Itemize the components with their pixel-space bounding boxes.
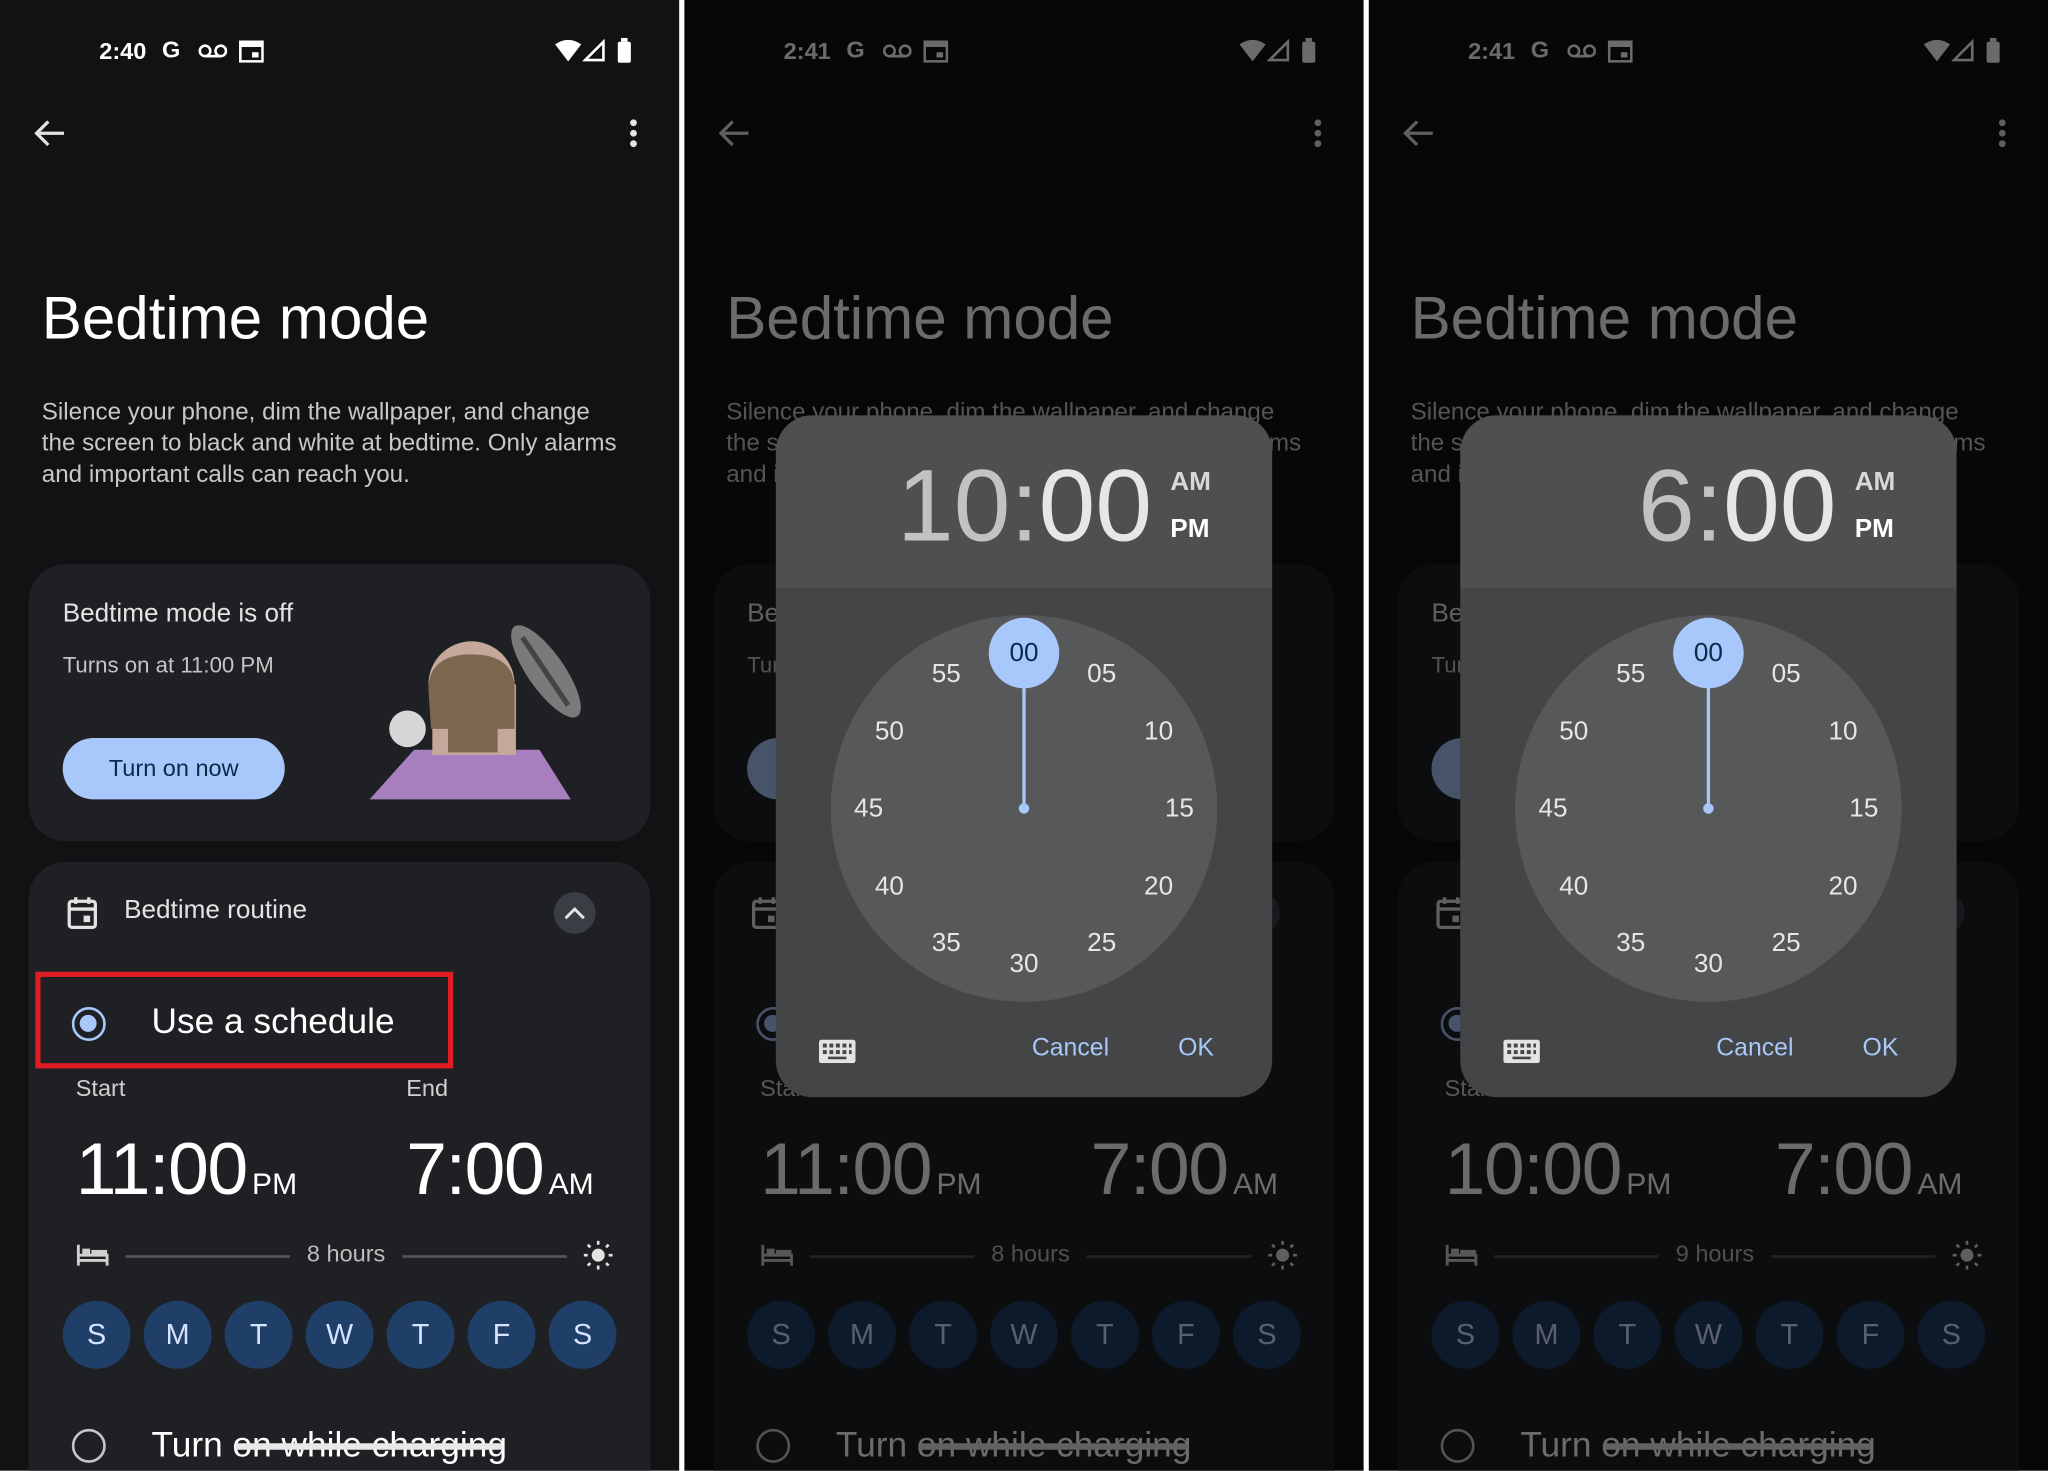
dial-minute-35[interactable]: 35 [1605,927,1657,958]
chevron-up-icon [564,907,585,920]
keyboard-icon[interactable] [1503,1039,1540,1064]
calendar-icon [67,897,97,929]
ok-button[interactable]: OK [1178,1034,1214,1063]
day-toggle[interactable]: T [224,1300,293,1369]
google-icon: G [161,36,181,63]
status-card-subtitle: Turns on at 11:00 PM [62,653,274,678]
pm-toggle[interactable]: PM [1855,515,1894,545]
cancel-button[interactable]: Cancel [1032,1034,1109,1063]
clock-dial[interactable]: 00 05 10 15 20 25 30 35 40 45 50 55 [830,615,1218,1002]
end-time: 7:00 [406,1127,544,1210]
collapse-button[interactable] [553,892,596,934]
dial-minute-45[interactable]: 45 [1527,793,1579,824]
status-card-title: Bedtime mode is off [62,599,294,629]
page-title: Bedtime mode [41,283,430,352]
cancel-button[interactable]: Cancel [1716,1034,1793,1063]
dial-minute-50[interactable]: 50 [1548,715,1600,746]
end-time-button[interactable]: 7:00AM [406,1126,593,1211]
back-arrow-icon[interactable] [33,118,67,149]
bedtime-routine-title: Bedtime routine [124,895,308,925]
gesture-nav-bar[interactable] [235,1443,503,1450]
time-separator: : [1694,447,1724,563]
use-schedule-label[interactable]: Use a schedule [152,1002,395,1042]
dial-minute-15[interactable]: 15 [1153,793,1205,824]
start-label: Start [75,1074,126,1102]
clock-center-dot [1703,803,1714,814]
dial-minute-40[interactable]: 40 [1548,871,1600,902]
dial-minute-05[interactable]: 05 [1760,658,1812,689]
voicemail-icon [198,44,228,58]
day-toggle[interactable]: S [62,1300,131,1369]
dial-minute-35[interactable]: 35 [920,927,972,958]
day-toggle[interactable]: S [548,1300,617,1369]
duration-line-right [402,1255,567,1258]
dial-minute-05[interactable]: 05 [1076,658,1128,689]
wifi-icon [555,39,582,62]
more-options-icon[interactable] [626,118,642,152]
am-toggle[interactable]: AM [1170,468,1211,498]
time-picker-dialog: 6:00 AM PM 00 05 10 15 20 25 30 35 40 45 50 55 Canc… [1460,415,1957,1098]
dial-minute-15[interactable]: 15 [1838,793,1890,824]
day-toggle[interactable]: W [305,1300,374,1369]
turn-on-now-button[interactable]: Turn on now [62,737,285,800]
dial-minute-50[interactable]: 50 [863,715,915,746]
sleep-duration: 8 hours [306,1240,386,1267]
dial-minute-25[interactable]: 25 [1760,927,1812,958]
ok-button[interactable]: OK [1863,1034,1899,1063]
charging-radio[interactable] [71,1428,106,1463]
pm-toggle[interactable]: PM [1170,515,1209,545]
day-toggle[interactable]: T [386,1300,455,1369]
calendar-status-icon [239,40,264,63]
dial-minute-30[interactable]: 30 [998,948,1050,979]
minute-field[interactable]: 00 [1039,448,1152,563]
start-time: 11:00 [75,1127,248,1210]
dial-minute-40[interactable]: 40 [863,871,915,902]
screenshot-stage: 2:40 G Bedtime mode Silence your phone, … [0,0,2048,1471]
dial-minute-00[interactable]: 00 [998,637,1050,668]
day-toggle[interactable]: F [467,1300,536,1369]
dial-minute-20[interactable]: 20 [1132,871,1184,902]
phone-screen: 2:40 G Bedtime mode Silence your phone, … [0,0,680,1471]
clock-dial[interactable]: 00 05 10 15 20 25 30 35 40 45 50 55 [1515,615,1902,1002]
signal-icon [582,39,605,62]
time-display: 6:00 [1638,447,1836,566]
sleeping-person-illustration [369,625,581,800]
battery-icon [617,37,631,63]
dial-minute-30[interactable]: 30 [1682,948,1734,979]
time-display: 10:00 [897,447,1152,566]
start-period: PM [252,1166,298,1201]
end-label: End [406,1074,449,1102]
day-toggle[interactable]: M [143,1300,212,1369]
keyboard-icon[interactable] [818,1039,856,1064]
end-period: AM [548,1166,594,1201]
dial-minute-25[interactable]: 25 [1076,927,1128,958]
phone-screen: 2:41 G Bedtime mode Silence your phone, … [1368,0,2048,1471]
dial-minute-55[interactable]: 55 [920,658,972,689]
dial-minute-10[interactable]: 10 [1132,715,1184,746]
time-picker-dialog: 10:00 AM PM 00 05 10 15 20 25 30 35 40 45 50 55 Can… [775,415,1273,1098]
status-time: 2:40 [99,37,147,64]
duration-line-left [125,1255,290,1258]
dial-minute-55[interactable]: 55 [1605,658,1657,689]
dial-minute-20[interactable]: 20 [1817,871,1869,902]
page-description: Silence your phone, dim the wallpaper, a… [41,397,617,488]
dial-minute-00[interactable]: 00 [1682,637,1734,668]
am-toggle[interactable]: AM [1855,468,1896,498]
minute-field[interactable]: 00 [1723,448,1836,563]
dial-minute-45[interactable]: 45 [842,793,894,824]
use-schedule-radio[interactable] [71,1007,106,1041]
time-separator: : [1010,447,1039,563]
dial-minute-10[interactable]: 10 [1817,715,1869,746]
bed-icon [76,1244,109,1266]
sun-icon [583,1240,613,1270]
phone-screen: 2:41 G Bedtime mode Silence your phone, … [684,0,1364,1471]
hour-field[interactable]: 10 [897,448,1010,563]
start-time-button[interactable]: 11:00PM [76,1126,297,1211]
hour-field[interactable]: 6 [1638,448,1695,563]
clock-center-dot [1018,803,1030,814]
